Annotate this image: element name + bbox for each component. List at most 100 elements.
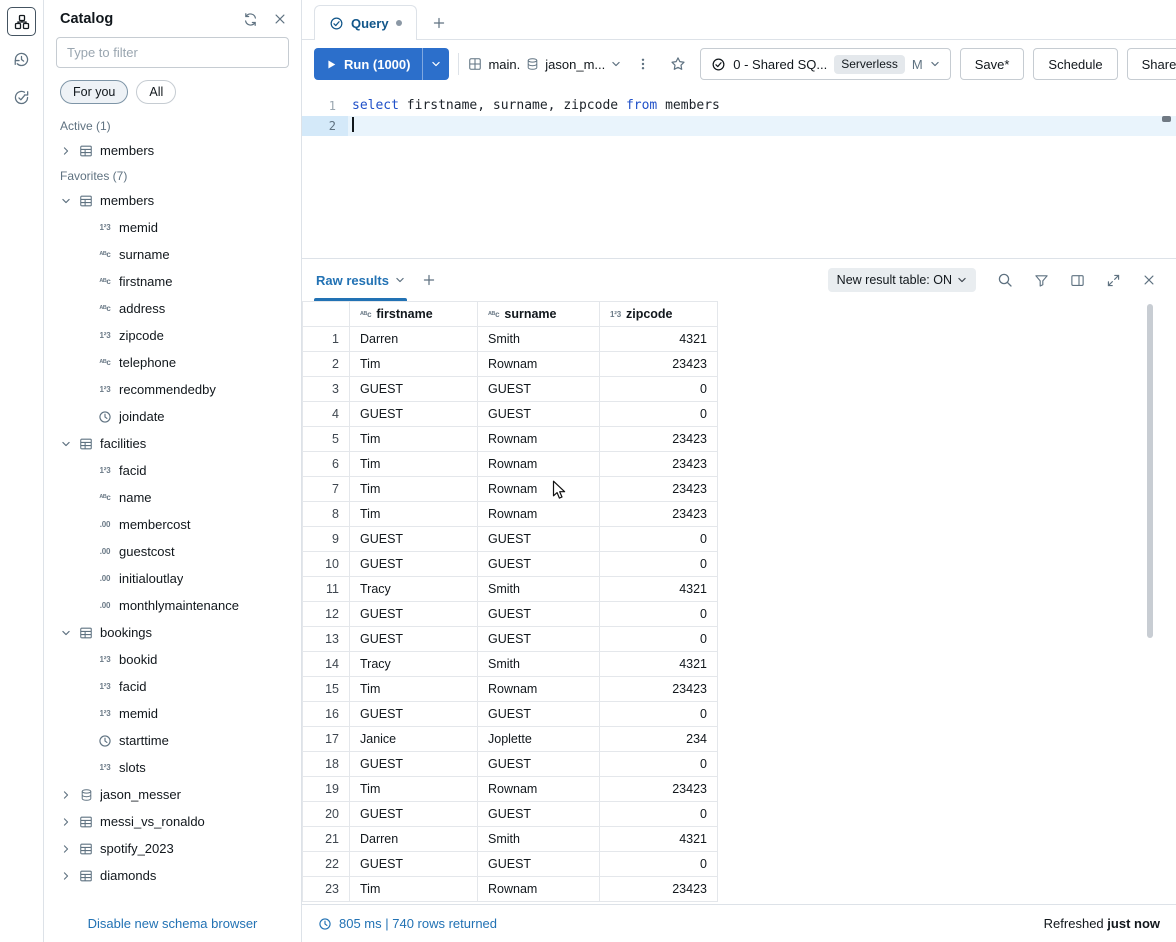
cell-surname[interactable]: Rownam	[478, 477, 600, 502]
chevron-down-icon[interactable]	[57, 439, 75, 449]
row-number-cell[interactable]: 16	[302, 702, 350, 727]
cell-firstname[interactable]: GUEST	[350, 552, 478, 577]
close-results-icon[interactable]	[1136, 267, 1162, 293]
schedule-button[interactable]: Schedule	[1033, 48, 1117, 80]
row-number-cell[interactable]: 20	[302, 802, 350, 827]
cell-zipcode[interactable]: 23423	[600, 877, 718, 902]
cell-surname[interactable]: Rownam	[478, 502, 600, 527]
panel-layout-icon[interactable]	[1064, 267, 1090, 293]
tree-item-jason_messer[interactable]: jason_messer	[44, 781, 301, 808]
more-options-button[interactable]	[630, 51, 656, 77]
tree-item-monthlymaintenance[interactable]: .00monthlymaintenance	[44, 592, 301, 619]
query-duration-link[interactable]: 805 ms | 740 rows returned	[318, 916, 497, 931]
tree-item-firstname[interactable]: ᴬᴮcfirstname	[44, 268, 301, 295]
cell-firstname[interactable]: GUEST	[350, 852, 478, 877]
tree-item-memid[interactable]: 1²3memid	[44, 214, 301, 241]
chevron-down-icon[interactable]	[57, 628, 75, 638]
filter-input[interactable]	[56, 37, 289, 68]
catalog-schema-selector[interactable]: main. jason_m...	[468, 57, 621, 72]
cell-surname[interactable]: Rownam	[478, 777, 600, 802]
tree-item-memid[interactable]: 1²3memid	[44, 700, 301, 727]
code-line-2[interactable]: 2	[302, 116, 1176, 136]
row-number-cell[interactable]: 18	[302, 752, 350, 777]
tree-item-starttime[interactable]: starttime	[44, 727, 301, 754]
cell-firstname[interactable]: Tim	[350, 502, 478, 527]
results-scrollbar[interactable]	[1147, 304, 1153, 638]
tree-item-guestcost[interactable]: .00guestcost	[44, 538, 301, 565]
tree-item-members[interactable]: members	[44, 187, 301, 214]
cell-firstname[interactable]: Darren	[350, 827, 478, 852]
cell-zipcode[interactable]: 0	[600, 602, 718, 627]
tree-item-recommendedby[interactable]: 1²3recommendedby	[44, 376, 301, 403]
cell-surname[interactable]: Rownam	[478, 427, 600, 452]
row-number-cell[interactable]: 6	[302, 452, 350, 477]
tab-raw-results[interactable]: Raw results	[316, 259, 405, 301]
cell-zipcode[interactable]: 0	[600, 702, 718, 727]
row-number-cell[interactable]: 23	[302, 877, 350, 902]
row-number-cell[interactable]: 11	[302, 577, 350, 602]
save-button[interactable]: Save*	[960, 48, 1025, 80]
cell-firstname[interactable]: GUEST	[350, 627, 478, 652]
cell-zipcode[interactable]: 4321	[600, 577, 718, 602]
row-number-cell[interactable]: 3	[302, 377, 350, 402]
cell-firstname[interactable]: Tim	[350, 677, 478, 702]
cell-surname[interactable]: GUEST	[478, 552, 600, 577]
tree-item-facid[interactable]: 1²3facid	[44, 457, 301, 484]
row-number-cell[interactable]: 17	[302, 727, 350, 752]
cell-firstname[interactable]: GUEST	[350, 802, 478, 827]
tree-item-initialoutlay[interactable]: .00initialoutlay	[44, 565, 301, 592]
sql-editor[interactable]: 1select firstname, surname, zipcode from…	[302, 88, 1176, 258]
cell-firstname[interactable]: GUEST	[350, 602, 478, 627]
cell-zipcode[interactable]: 0	[600, 802, 718, 827]
disable-schema-browser-link[interactable]: Disable new schema browser	[88, 916, 258, 931]
cell-surname[interactable]: Joplette	[478, 727, 600, 752]
cell-surname[interactable]: GUEST	[478, 527, 600, 552]
cell-surname[interactable]: GUEST	[478, 627, 600, 652]
cell-firstname[interactable]: Tracy	[350, 652, 478, 677]
cell-surname[interactable]: GUEST	[478, 377, 600, 402]
tree-item-membercost[interactable]: .00membercost	[44, 511, 301, 538]
cell-zipcode[interactable]: 23423	[600, 502, 718, 527]
new-tab-button[interactable]	[432, 16, 446, 30]
column-header-zipcode[interactable]: 1²3zipcode	[600, 301, 718, 327]
fullscreen-icon[interactable]	[1100, 267, 1126, 293]
add-result-tab-button[interactable]	[422, 273, 436, 287]
cell-zipcode[interactable]: 4321	[600, 327, 718, 352]
cell-firstname[interactable]: Tim	[350, 452, 478, 477]
cell-surname[interactable]: GUEST	[478, 802, 600, 827]
row-number-cell[interactable]: 4	[302, 402, 350, 427]
row-number-cell[interactable]: 8	[302, 502, 350, 527]
cell-surname[interactable]: Smith	[478, 577, 600, 602]
rail-favorites-button[interactable]	[7, 83, 36, 112]
cell-surname[interactable]: GUEST	[478, 702, 600, 727]
cell-zipcode[interactable]: 0	[600, 402, 718, 427]
cell-surname[interactable]: GUEST	[478, 402, 600, 427]
tree-item-facilities[interactable]: facilities	[44, 430, 301, 457]
tree-item-telephone[interactable]: ᴬᴮctelephone	[44, 349, 301, 376]
cell-surname[interactable]: Smith	[478, 652, 600, 677]
refresh-icon[interactable]	[243, 12, 258, 27]
row-number-cell[interactable]: 14	[302, 652, 350, 677]
row-number-cell[interactable]: 15	[302, 677, 350, 702]
cell-surname[interactable]: GUEST	[478, 852, 600, 877]
row-number-cell[interactable]: 1	[302, 327, 350, 352]
favorite-star-button[interactable]	[665, 51, 691, 77]
row-number-header[interactable]	[302, 301, 350, 327]
column-header-firstname[interactable]: ᴬᴮcfirstname	[350, 301, 478, 327]
row-number-cell[interactable]: 19	[302, 777, 350, 802]
cell-firstname[interactable]: Janice	[350, 727, 478, 752]
cell-zipcode[interactable]: 0	[600, 552, 718, 577]
tree-item-joindate[interactable]: joindate	[44, 403, 301, 430]
row-number-cell[interactable]: 13	[302, 627, 350, 652]
cell-firstname[interactable]: Tim	[350, 477, 478, 502]
cell-firstname[interactable]: GUEST	[350, 402, 478, 427]
cell-firstname[interactable]: Tracy	[350, 577, 478, 602]
chevron-down-icon[interactable]	[57, 196, 75, 206]
cell-zipcode[interactable]: 0	[600, 752, 718, 777]
cell-firstname[interactable]: GUEST	[350, 527, 478, 552]
row-number-cell[interactable]: 22	[302, 852, 350, 877]
cell-surname[interactable]: Rownam	[478, 677, 600, 702]
cell-zipcode[interactable]: 0	[600, 527, 718, 552]
cell-firstname[interactable]: Darren	[350, 327, 478, 352]
tree-item-slots[interactable]: 1²3slots	[44, 754, 301, 781]
